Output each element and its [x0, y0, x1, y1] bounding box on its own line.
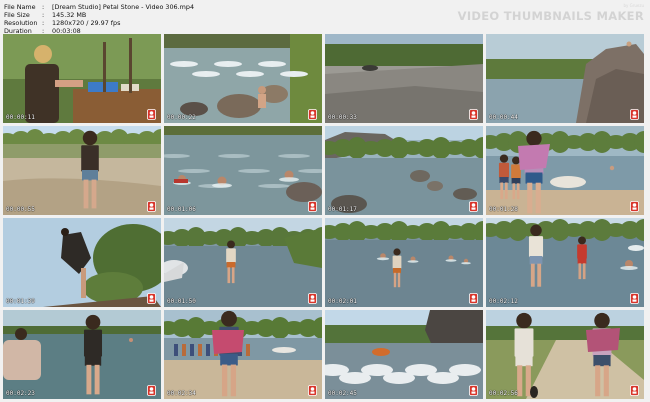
thumbnail-10[interactable]: 00:01:50: [164, 218, 322, 307]
thumbnail-6[interactable]: 00:01:06: [164, 126, 322, 215]
thumbnail-timestamp: 00:00:33: [328, 114, 357, 121]
thumbnail-image: [486, 310, 644, 399]
thumbnail-timestamp: 00:01:50: [167, 298, 196, 305]
resolution-value: 1280x720 / 29.97 fps: [52, 19, 121, 27]
watermark-icon: [147, 385, 156, 396]
file-name-value: [Dream Studio] Petal Stone - Video 306.m…: [52, 3, 195, 11]
thumbnail-timestamp: 00:00:22: [167, 114, 196, 121]
thumbnail-image: [3, 34, 161, 123]
resolution-label: Resolution: [4, 19, 38, 27]
thumbnail-1[interactable]: 00:00:11: [3, 34, 161, 123]
watermark-icon: [630, 293, 639, 304]
watermark-icon: [308, 293, 317, 304]
thumbnail-image: [486, 34, 644, 123]
thumbnail-timestamp: 00:01:39: [6, 298, 35, 305]
thumbnail-grid: 00:00:11 00:00:22 00:00:33 00:00:44 00:00:55…: [3, 34, 647, 400]
file-name-row: File Name: [Dream Studio] Petal Stone - V…: [4, 3, 195, 11]
watermark-icon: [630, 385, 639, 396]
thumbnail-timestamp: 00:01:06: [167, 206, 196, 213]
thumbnail-3[interactable]: 00:00:33: [325, 34, 483, 123]
resolution-row: Resolution:1280x720 / 29.97 fps: [4, 19, 121, 27]
thumbnail-7[interactable]: 00:01:17: [325, 126, 483, 215]
thumbnail-image: [325, 34, 483, 123]
watermark-icon: [469, 109, 478, 120]
thumbnail-timestamp: 00:00:11: [6, 114, 35, 121]
watermark-icon: [469, 385, 478, 396]
file-size-value: 145.32 MB: [52, 11, 87, 19]
thumbnail-image: [486, 218, 644, 307]
thumbnail-timestamp: 00:00:55: [6, 206, 35, 213]
thumbnail-timestamp: 00:02:45: [328, 390, 357, 397]
thumbnail-timestamp: 00:02:23: [6, 390, 35, 397]
thumbnail-5[interactable]: 00:00:55: [3, 126, 161, 215]
thumbnail-image: [164, 218, 322, 307]
file-size-row: File Size:145.32 MB: [4, 11, 87, 19]
thumbnail-11[interactable]: 00:02:01: [325, 218, 483, 307]
thumbnail-15[interactable]: 00:02:45: [325, 310, 483, 399]
thumbnail-timestamp: 00:02:34: [167, 390, 196, 397]
thumbnail-timestamp: 00:02:56: [489, 390, 518, 397]
brand-subtitle: by Gruezu: [623, 3, 644, 8]
thumbnail-image: [3, 126, 161, 215]
thumbnail-14[interactable]: 00:02:34: [164, 310, 322, 399]
thumbnail-9[interactable]: 00:01:39: [3, 218, 161, 307]
file-size-label: File Size: [4, 11, 30, 19]
thumbnail-image: [325, 126, 483, 215]
thumbnail-timestamp: 00:02:01: [328, 298, 357, 305]
thumbnail-2[interactable]: 00:00:22: [164, 34, 322, 123]
watermark-icon: [147, 201, 156, 212]
thumbnail-timestamp: 00:01:17: [328, 206, 357, 213]
watermark-icon: [308, 385, 317, 396]
thumbnail-16[interactable]: 00:02:56: [486, 310, 644, 399]
watermark-icon: [469, 201, 478, 212]
watermark-icon: [630, 109, 639, 120]
thumbnail-image: [164, 310, 322, 399]
watermark-icon: [147, 293, 156, 304]
thumbnail-image: [3, 310, 161, 399]
watermark-icon: [147, 109, 156, 120]
watermark-icon: [308, 201, 317, 212]
thumbnail-image: [325, 218, 483, 307]
thumbnail-timestamp: 00:00:44: [489, 114, 518, 121]
thumbnail-image: [486, 126, 644, 215]
watermark-icon: [308, 109, 317, 120]
thumbnail-timestamp: 00:02:12: [489, 298, 518, 305]
thumbnail-timestamp: 00:01:28: [489, 206, 518, 213]
watermark-icon: [630, 201, 639, 212]
thumbnail-12[interactable]: 00:02:12: [486, 218, 644, 307]
thumbnail-image: [164, 34, 322, 123]
thumbnail-13[interactable]: 00:02:23: [3, 310, 161, 399]
watermark-icon: [469, 293, 478, 304]
thumbnail-image: [3, 218, 161, 307]
brand-title: VIDEO THUMBNAILS MAKER: [457, 9, 644, 23]
file-info-header: File Name: [Dream Studio] Petal Stone - V…: [0, 0, 650, 35]
thumbnail-4[interactable]: 00:00:44: [486, 34, 644, 123]
thumbnail-8[interactable]: 00:01:28: [486, 126, 644, 215]
thumbnail-image: [164, 126, 322, 215]
thumbnail-image: [325, 310, 483, 399]
file-name-label: File Name: [4, 3, 36, 11]
